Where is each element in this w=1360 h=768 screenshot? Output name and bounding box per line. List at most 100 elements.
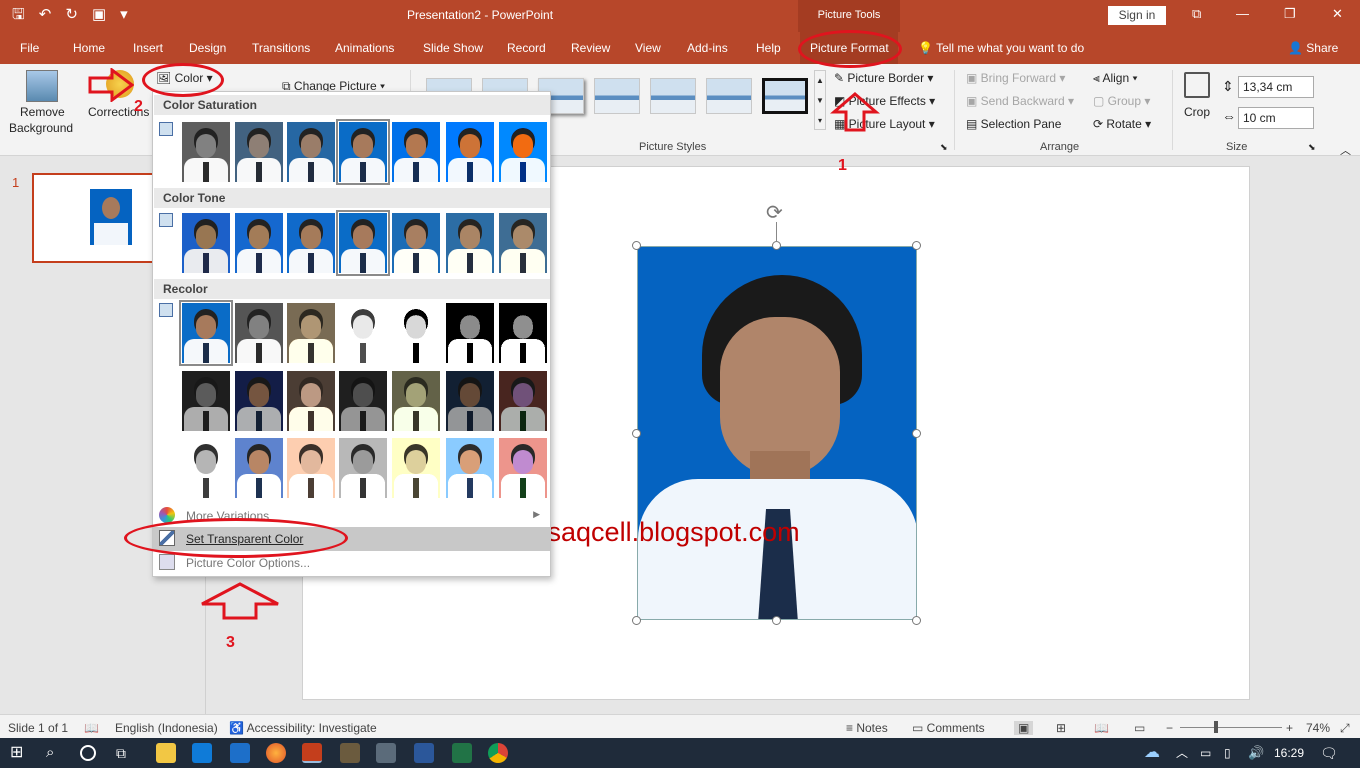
color-swatch[interactable] <box>499 122 547 182</box>
slideshow-view-icon[interactable]: ▭ <box>1134 721 1145 735</box>
tab-record[interactable]: Record <box>507 41 546 55</box>
firefox-icon[interactable] <box>266 743 286 763</box>
color-swatch[interactable] <box>235 213 283 273</box>
tab-design[interactable]: Design <box>189 41 226 55</box>
color-swatch[interactable] <box>339 371 387 431</box>
zoom-in-icon[interactable]: + <box>1286 721 1293 735</box>
color-swatch[interactable] <box>182 213 230 273</box>
color-swatch[interactable] <box>339 303 387 363</box>
file-explorer-icon[interactable] <box>156 743 176 763</box>
minimize-icon[interactable]: — <box>1236 6 1249 21</box>
color-swatch[interactable] <box>235 371 283 431</box>
windows-start-icon[interactable]: ⊞ <box>10 743 30 763</box>
picture-style-6[interactable] <box>706 78 752 114</box>
picture-styles-launcher-icon[interactable]: ⬊ <box>940 142 948 153</box>
width-field[interactable]: 10 cm <box>1238 107 1314 129</box>
rotate-button[interactable]: ⟳ Rotate ▾ <box>1093 117 1151 131</box>
bring-forward-button[interactable]: ▣ Bring Forward ▾ <box>966 71 1065 85</box>
tab-review[interactable]: Review <box>571 41 610 55</box>
zoom-level[interactable]: 74% <box>1306 721 1330 735</box>
color-swatch[interactable] <box>182 122 230 182</box>
color-swatch[interactable] <box>446 438 494 498</box>
remove-background-label2[interactable]: Background <box>9 121 73 135</box>
color-swatch[interactable] <box>336 210 390 276</box>
picture-border-button[interactable]: ✎ Picture Border ▾ <box>834 71 933 85</box>
resize-handle[interactable] <box>912 429 921 438</box>
powerpoint-taskbar-icon[interactable] <box>302 743 322 763</box>
resize-handle[interactable] <box>912 241 921 250</box>
tab-help[interactable]: Help <box>756 41 781 55</box>
close-icon[interactable]: ✕ <box>1332 6 1343 22</box>
language-status[interactable]: English (Indonesia) <box>115 721 218 735</box>
reading-view-icon[interactable]: 📖 <box>1094 721 1109 735</box>
rotation-handle-icon[interactable]: ⟳ <box>766 200 783 225</box>
group-button[interactable]: ▢ Group ▾ <box>1093 94 1150 108</box>
color-swatch[interactable] <box>182 371 230 431</box>
color-swatch[interactable] <box>179 300 233 366</box>
color-swatch[interactable] <box>235 122 283 182</box>
height-field[interactable]: 13,34 cm <box>1238 76 1314 98</box>
align-button[interactable]: ⫷ Align ▾ <box>1093 71 1138 86</box>
app-icon[interactable] <box>340 743 360 763</box>
color-swatch[interactable] <box>235 438 283 498</box>
battery-icon[interactable]: ▯ <box>1224 743 1244 763</box>
chrome-icon[interactable] <box>488 743 508 763</box>
color-swatch[interactable] <box>339 438 387 498</box>
color-swatch[interactable] <box>287 122 335 182</box>
selected-photo[interactable] <box>637 246 917 620</box>
normal-view-icon[interactable]: ▣ <box>1014 721 1034 735</box>
color-swatch[interactable] <box>392 122 440 182</box>
tab-view[interactable]: View <box>635 41 661 55</box>
color-swatch[interactable] <box>392 438 440 498</box>
resize-handle[interactable] <box>632 616 641 625</box>
color-swatch[interactable] <box>446 303 494 363</box>
task-view-icon[interactable]: ⧉ <box>116 743 136 763</box>
notes-button[interactable]: ≡ Notes <box>846 721 888 735</box>
resize-handle[interactable] <box>632 241 641 250</box>
crop-button[interactable]: Crop <box>1184 105 1210 119</box>
color-swatch[interactable] <box>182 438 230 498</box>
search-icon[interactable]: ⌕ <box>46 743 66 763</box>
picture-style-5[interactable] <box>650 78 696 114</box>
weather-icon[interactable]: ☁ <box>1144 743 1164 763</box>
taskbar-clock[interactable]: 16:29 <box>1274 746 1304 760</box>
comments-button[interactable]: ▭ Comments <box>912 721 985 735</box>
picture-style-7[interactable] <box>762 78 808 114</box>
resize-handle[interactable] <box>772 241 781 250</box>
share-button[interactable]: 👤 Share <box>1288 41 1338 55</box>
color-swatch[interactable] <box>287 438 335 498</box>
remove-background-label1[interactable]: Remove <box>20 105 65 119</box>
tell-me-search[interactable]: 💡 Tell me what you want to do <box>918 41 1084 55</box>
color-swatch[interactable] <box>392 371 440 431</box>
tab-home[interactable]: Home <box>73 41 105 55</box>
send-backward-button[interactable]: ▣ Send Backward ▾ <box>966 94 1074 108</box>
network-icon[interactable]: ▭ <box>1200 743 1220 763</box>
color-swatch[interactable] <box>287 371 335 431</box>
mail-icon[interactable] <box>230 743 250 763</box>
collapse-ribbon-icon[interactable]: ︿ <box>1340 142 1351 158</box>
spellcheck-icon[interactable]: 📖 <box>84 721 99 735</box>
color-swatch[interactable] <box>499 213 547 273</box>
styles-gallery-scroll[interactable]: ▲ ▼ ▾ <box>814 70 826 130</box>
color-swatch[interactable] <box>287 303 335 363</box>
color-swatch[interactable] <box>392 213 440 273</box>
tab-animations[interactable]: Animations <box>335 41 394 55</box>
accessibility-status[interactable]: ♿ Accessibility: Investigate <box>229 721 377 735</box>
remove-background-icon[interactable] <box>26 70 58 102</box>
picture-style-4[interactable] <box>594 78 640 114</box>
color-swatch[interactable] <box>499 371 547 431</box>
tab-add-ins[interactable]: Add-ins <box>687 41 728 55</box>
crop-icon[interactable] <box>1184 72 1210 98</box>
color-swatch[interactable] <box>392 303 440 363</box>
color-swatch[interactable] <box>446 122 494 182</box>
resize-handle[interactable] <box>912 616 921 625</box>
tab-insert[interactable]: Insert <box>133 41 163 55</box>
fit-slide-icon[interactable]: ⤢ <box>1340 721 1350 736</box>
zoom-out-icon[interactable]: − <box>1166 721 1173 735</box>
slide-sorter-icon[interactable]: ⊞ <box>1056 721 1066 735</box>
show-hidden-icons-icon[interactable]: ︿ <box>1176 743 1196 763</box>
tab-slide-show[interactable]: Slide Show <box>423 41 483 55</box>
color-swatch[interactable] <box>499 438 547 498</box>
tab-transitions[interactable]: Transitions <box>252 41 310 55</box>
sign-in-button[interactable]: Sign in <box>1108 6 1166 25</box>
